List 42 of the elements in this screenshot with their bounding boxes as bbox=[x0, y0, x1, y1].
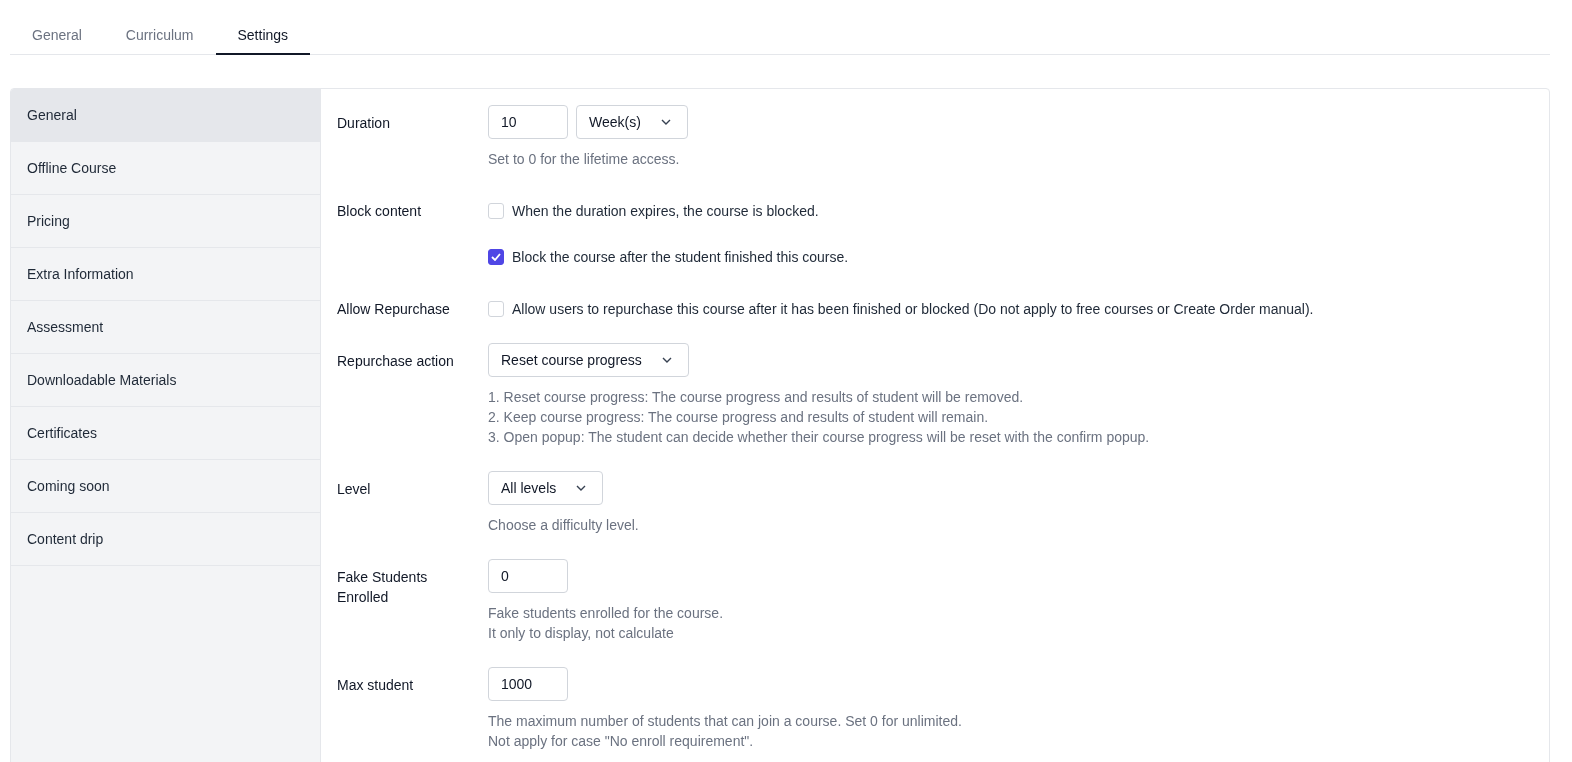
help-text: Not apply for case "No enroll requirement". bbox=[488, 732, 755, 751]
sidebar-item[interactable]: Downloadable Materials bbox=[11, 354, 320, 407]
help-text: Choose a difficulty level. bbox=[488, 516, 640, 535]
help-text: 1. Reset course progress: The course progress and results of student will be removed. bbox=[488, 388, 1025, 407]
help-text: It only to display, not calculate bbox=[488, 624, 675, 643]
chevron-down-icon bbox=[660, 119, 671, 125]
field-label: Block content bbox=[337, 202, 423, 221]
chevron-down-icon bbox=[576, 485, 587, 491]
sidebar-item[interactable]: Certificates bbox=[11, 407, 320, 460]
field-label: Level bbox=[337, 480, 372, 499]
help-text: 3. Open popup: The student can decide whether their course progress will be reset with the confirm popup. bbox=[488, 428, 1151, 447]
checkbox-label: Block the course after the student finished this course. bbox=[512, 248, 849, 267]
select-dropdown[interactable]: All levels bbox=[488, 471, 604, 505]
tab[interactable]: General bbox=[10, 18, 104, 55]
sidebar-item[interactable]: Extra Information bbox=[11, 248, 320, 301]
tab[interactable]: Settings bbox=[215, 18, 311, 55]
sidebar-item[interactable]: Content drip bbox=[11, 513, 320, 566]
checkbox-label: When the duration expires, the course is blocked. bbox=[512, 202, 819, 221]
chevron-down-icon bbox=[661, 357, 672, 363]
select-dropdown[interactable]: Week(s) bbox=[576, 105, 688, 139]
sidebar-item[interactable]: Assessment bbox=[11, 301, 320, 354]
number-input[interactable]: 1000 bbox=[488, 667, 568, 701]
number-input[interactable]: 10 bbox=[488, 105, 568, 139]
field-label: Allow Repurchase bbox=[337, 300, 451, 319]
help-text: The maximum number of students that can join a course. Set 0 for unlimited. bbox=[488, 712, 963, 731]
field-label: Repurchase action bbox=[337, 352, 455, 371]
field-label: Max student bbox=[337, 676, 415, 695]
help-text: 2. Keep course progress: The course progress and results of student will remain. bbox=[488, 408, 990, 427]
sidebar-item[interactable]: General bbox=[11, 89, 320, 142]
checkbox-label: Allow users to repurchase this course after it has been finished or blocked (Do not apply to free courses or Create Order manual). bbox=[512, 300, 1314, 319]
sidebar-item[interactable]: Pricing bbox=[11, 195, 320, 248]
checkmark-icon bbox=[491, 253, 501, 261]
sidebar-item[interactable]: Offline Course bbox=[11, 142, 320, 195]
help-text: Set to 0 for the lifetime access. bbox=[488, 150, 681, 169]
checkbox[interactable] bbox=[488, 249, 504, 265]
field-label: Fake Students Enrolled bbox=[337, 568, 429, 607]
field-label: Duration bbox=[337, 114, 391, 133]
sidebar-item[interactable]: Coming soon bbox=[11, 460, 320, 513]
number-input[interactable]: 0 bbox=[488, 559, 568, 593]
help-text: Fake students enrolled for the course. bbox=[488, 604, 725, 623]
tab[interactable]: Curriculum bbox=[103, 18, 216, 55]
select-dropdown[interactable]: Reset course progress bbox=[488, 343, 689, 377]
